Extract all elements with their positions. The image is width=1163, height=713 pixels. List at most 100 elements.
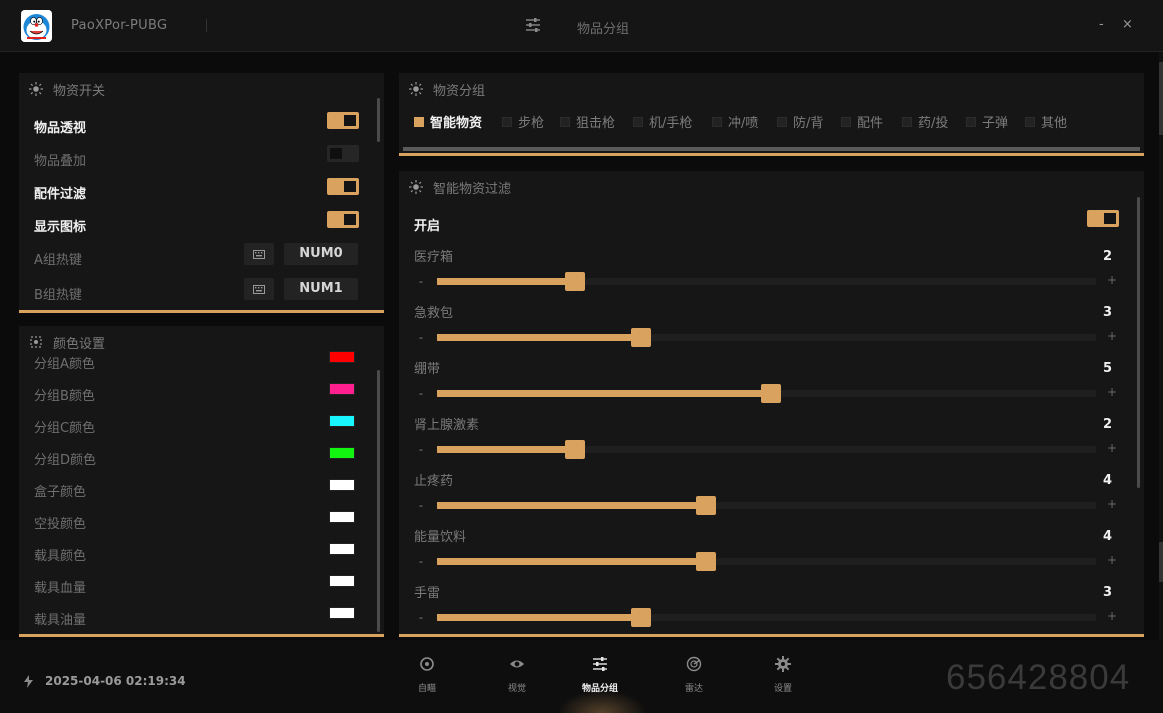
slider-increment[interactable]: + xyxy=(1107,497,1117,511)
sun-icon xyxy=(29,82,43,96)
minimize-button[interactable]: - xyxy=(1099,17,1104,32)
slider-handle[interactable] xyxy=(630,328,651,347)
slider-value: 4 xyxy=(1102,473,1112,488)
slider-fill xyxy=(437,390,770,397)
sliders-icon xyxy=(526,18,540,32)
tab-sniper[interactable]: 狙击枪 xyxy=(560,112,615,131)
slider-increment[interactable]: + xyxy=(1107,273,1117,287)
hotkey-b-field[interactable]: NUM1 xyxy=(284,278,358,300)
slider-decrement[interactable]: - xyxy=(419,611,423,624)
slider-fill xyxy=(437,446,575,453)
keyboard-icon[interactable] xyxy=(244,278,274,300)
hotkey-a-field[interactable]: NUM0 xyxy=(284,243,358,265)
color-panel-header: 颜色设置 xyxy=(29,332,105,352)
slider-value: 3 xyxy=(1102,305,1112,320)
nav-aimbot[interactable]: 自瞄 xyxy=(397,656,457,694)
switches-scrollbar[interactable] xyxy=(377,98,380,142)
tab-ammo[interactable]: 子弹 xyxy=(966,112,1008,131)
slider-track[interactable] xyxy=(437,272,1096,291)
color-label: 载具颜色 xyxy=(34,549,87,564)
group-tabs-scrollbar[interactable] xyxy=(403,147,1140,151)
color-label: 分组B颜色 xyxy=(34,389,95,404)
slider-track[interactable] xyxy=(437,552,1096,571)
status-bar: 2025-04-06 02:19:34 xyxy=(24,674,186,688)
color-label: 盒子颜色 xyxy=(34,485,87,500)
filter-panel-title: 智能物资过滤 xyxy=(433,181,512,197)
slider-label: 急救包 xyxy=(414,306,454,321)
slider-increment[interactable]: + xyxy=(1107,609,1117,623)
keyboard-icon[interactable] xyxy=(244,243,274,265)
slider-fill xyxy=(437,334,640,341)
tab-smart-items[interactable]: 智能物资 xyxy=(414,112,482,131)
tab-rifle[interactable]: 步枪 xyxy=(502,112,544,131)
tab-other[interactable]: 其他 xyxy=(1025,112,1067,131)
color-swatch-group-c[interactable] xyxy=(329,415,355,427)
group-panel-header: 物资分组 xyxy=(409,79,485,99)
color-label: 分组D颜色 xyxy=(34,453,97,468)
slider-track[interactable] xyxy=(437,384,1096,403)
sliders-icon xyxy=(593,657,607,671)
color-swatch-vehicle[interactable] xyxy=(329,543,355,555)
slider-decrement[interactable]: - xyxy=(419,387,423,400)
color-swatch-vehicle-fuel[interactable] xyxy=(329,607,355,619)
slider-handle[interactable] xyxy=(565,272,586,291)
nav-settings[interactable]: 设置 xyxy=(753,656,813,694)
slider-decrement[interactable]: - xyxy=(419,331,423,344)
close-button[interactable]: × xyxy=(1122,17,1133,32)
color-swatch-group-a[interactable] xyxy=(329,351,355,363)
tab-attachments[interactable]: 配件 xyxy=(841,112,883,131)
slider-decrement[interactable]: - xyxy=(419,555,423,568)
color-scrollbar[interactable] xyxy=(377,370,380,632)
nav-radar[interactable]: 雷达 xyxy=(664,656,724,694)
slider-decrement[interactable]: - xyxy=(419,443,423,456)
slider-increment[interactable]: + xyxy=(1107,385,1117,399)
watermark-text: 656428804 xyxy=(946,658,1131,697)
color-label: 载具油量 xyxy=(34,613,87,628)
color-swatch-group-b[interactable] xyxy=(329,383,355,395)
slider-handle[interactable] xyxy=(630,608,651,627)
color-swatch-box[interactable] xyxy=(329,479,355,491)
color-label: 空投颜色 xyxy=(34,517,87,532)
slider-value: 5 xyxy=(1102,361,1112,376)
slider-handle[interactable] xyxy=(761,384,781,403)
slider-fill xyxy=(437,502,705,509)
slider-track[interactable] xyxy=(437,496,1096,515)
toggle-item-esp[interactable] xyxy=(327,112,359,129)
slider-value: 3 xyxy=(1102,585,1112,600)
slider-track[interactable] xyxy=(437,328,1096,347)
slider-decrement[interactable]: - xyxy=(419,499,423,512)
tab-armor-backpack[interactable]: 防/背 xyxy=(777,112,823,131)
slider-label: 能量饮料 xyxy=(414,530,467,545)
slider-increment[interactable]: + xyxy=(1107,441,1117,455)
toggle-item-stack[interactable] xyxy=(327,145,359,162)
color-swatch-vehicle-hp[interactable] xyxy=(329,575,355,587)
slider-label: 肾上腺激素 xyxy=(414,418,480,433)
app-logo xyxy=(21,10,52,42)
slider-handle[interactable] xyxy=(695,496,716,515)
slider-track[interactable] xyxy=(437,440,1096,459)
slider-decrement[interactable]: - xyxy=(419,275,423,288)
toggle-attachment-filter[interactable] xyxy=(327,178,359,195)
tab-smg-pistol[interactable]: 机/手枪 xyxy=(633,112,692,131)
slider-increment[interactable]: + xyxy=(1107,329,1117,343)
toggle-smart-filter[interactable] xyxy=(1087,210,1119,227)
hotkey-label: B组热键 xyxy=(34,288,82,303)
color-label: 分组C颜色 xyxy=(34,421,96,436)
palette-icon xyxy=(30,336,42,348)
slider-increment[interactable]: + xyxy=(1107,553,1117,567)
switch-label: 配件过滤 xyxy=(34,187,87,202)
slider-fill xyxy=(437,558,705,565)
tab-meds-throwables[interactable]: 药/投 xyxy=(902,112,948,131)
slider-handle[interactable] xyxy=(565,440,586,459)
nav-item-groups[interactable]: 物品分组 xyxy=(570,656,630,694)
slider-track[interactable] xyxy=(437,608,1096,627)
slider-handle[interactable] xyxy=(695,552,716,571)
color-swatch-group-d[interactable] xyxy=(329,447,355,459)
color-swatch-airdrop[interactable] xyxy=(329,511,355,523)
switches-panel-title: 物资开关 xyxy=(53,83,106,99)
nav-visual[interactable]: 视觉 xyxy=(487,656,547,694)
tab-smg-shotgun[interactable]: 冲/喷 xyxy=(712,112,758,131)
toggle-show-icons[interactable] xyxy=(327,211,359,228)
slider-value: 4 xyxy=(1102,529,1112,544)
filter-scrollbar[interactable] xyxy=(1137,197,1140,488)
